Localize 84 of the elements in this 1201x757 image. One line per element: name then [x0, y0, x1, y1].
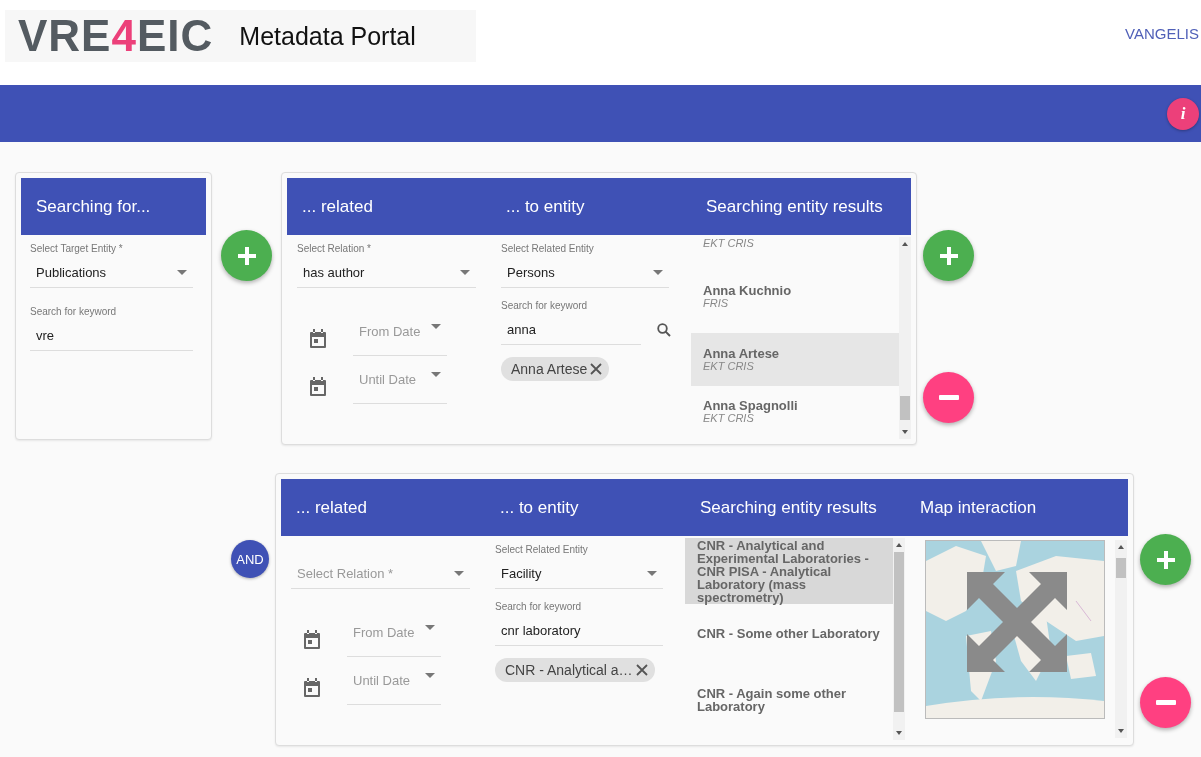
- scrollbar[interactable]: [899, 237, 911, 439]
- close-icon[interactable]: [634, 663, 649, 677]
- result-name: Anna Kuchnio: [703, 283, 793, 297]
- date-select[interactable]: Until Date: [353, 370, 447, 404]
- caret-icon: [431, 372, 441, 377]
- column-header: Searching entity results: [699, 497, 878, 518]
- result-name: CNR - Analytical and Experimental Laboratories - CNR PISA - Analytical Laboratory (mass spectrometry): [697, 538, 870, 604]
- column-header: ... related: [301, 196, 374, 217]
- result-name: Anna Spagnolli: [703, 398, 799, 412]
- field-label: Search for keyword: [501, 300, 589, 313]
- date-select[interactable]: Until Date: [347, 671, 441, 705]
- page-title: Metadata Portal: [239, 21, 416, 51]
- result-item[interactable]: Anna Spagnolli EKT CRIS: [691, 386, 899, 436]
- calendar-icon[interactable]: [303, 630, 321, 650]
- add-button[interactable]: [1140, 534, 1191, 585]
- relation-select[interactable]: Select Relation *: [291, 558, 470, 589]
- column-header: ... to entity: [505, 196, 586, 217]
- result-source: EKT CRIS: [703, 237, 755, 249]
- scroll-thumb[interactable]: [900, 396, 910, 420]
- result-source: EKT CRIS: [703, 411, 754, 424]
- scroll-thumb[interactable]: [1116, 558, 1126, 578]
- result-source: EKT CRIS: [703, 360, 755, 372]
- calendar-icon[interactable]: [309, 329, 327, 349]
- scrollbar[interactable]: [893, 538, 905, 740]
- date-select[interactable]: From Date: [347, 623, 441, 657]
- result-name: CNR - Again some other Laboratory: [697, 687, 848, 713]
- caret-icon: [431, 324, 441, 329]
- field-label: Select Relation *: [297, 243, 372, 256]
- result-name: Anna Artese: [703, 347, 781, 360]
- field-label: Select Related Entity: [501, 243, 595, 256]
- result-name: CNR - Some other Laboratory: [697, 626, 881, 640]
- caret-icon: [177, 269, 187, 275]
- column-header: ... to entity: [499, 497, 580, 518]
- column-header: Searching entity results: [705, 196, 884, 217]
- remove-button[interactable]: [923, 372, 974, 423]
- caret-icon: [653, 269, 663, 275]
- scroll-thumb[interactable]: [894, 552, 904, 712]
- scrollbar[interactable]: [1115, 540, 1127, 738]
- caret-icon: [460, 269, 470, 275]
- result-item[interactable]: CNR - Some other Laboratory: [685, 604, 893, 662]
- minus-icon: [938, 395, 959, 400]
- remove-button[interactable]: [1140, 677, 1191, 728]
- caret-icon: [425, 625, 435, 630]
- add-button[interactable]: [221, 230, 272, 281]
- close-icon[interactable]: [589, 362, 604, 376]
- field-label: Select Related Entity: [495, 544, 589, 557]
- result-item[interactable]: EKT CRIS: [691, 237, 899, 259]
- filter-chip[interactable]: CNR - Analytical a…: [495, 658, 655, 682]
- field-label: Search for keyword: [30, 306, 118, 319]
- result-item[interactable]: Anna Kuchnio FRIS: [691, 259, 899, 333]
- keyword-input[interactable]: cnr laboratory: [495, 615, 663, 646]
- result-source: FRIS: [703, 296, 730, 309]
- field-label: Select Target Entity *: [30, 243, 124, 256]
- caret-icon: [454, 570, 464, 576]
- calendar-icon[interactable]: [303, 678, 321, 698]
- and-operator[interactable]: AND: [231, 540, 269, 578]
- entity-select[interactable]: Facility: [495, 558, 663, 589]
- logo[interactable]: VRE4EIC: [18, 14, 214, 58]
- user-link[interactable]: VANGELIS: [1125, 25, 1199, 42]
- plus-icon: [939, 246, 958, 265]
- search-icon[interactable]: [657, 322, 671, 337]
- result-item[interactable]: CNR - Analytical and Experimental Laboratories - CNR PISA - Analytical Laboratory (mass spectrometry): [685, 538, 893, 604]
- caret-icon: [647, 570, 657, 576]
- caret-icon: [425, 673, 435, 678]
- column-header: Map interaction: [919, 497, 1038, 518]
- entity-select[interactable]: Publications: [30, 257, 193, 288]
- relation-select[interactable]: has author: [297, 257, 476, 288]
- field-label: Search for keyword: [495, 601, 583, 614]
- minus-icon: [1155, 700, 1176, 705]
- expand-icon[interactable]: [967, 572, 1067, 672]
- result-item[interactable]: Anna Artese EKT CRIS: [691, 333, 899, 386]
- info-button[interactable]: i: [1167, 97, 1199, 130]
- plus-icon: [237, 246, 256, 265]
- plus-icon: [1156, 550, 1175, 569]
- keyword-input[interactable]: vre: [30, 320, 193, 351]
- calendar-icon[interactable]: [309, 377, 327, 397]
- date-select[interactable]: From Date: [353, 322, 447, 356]
- keyword-input[interactable]: anna: [501, 314, 641, 345]
- column-header: ... related: [295, 497, 368, 518]
- card-title: Searching for...: [35, 196, 152, 217]
- filter-chip[interactable]: Anna Artese: [501, 357, 610, 381]
- add-button[interactable]: [923, 230, 974, 281]
- result-item[interactable]: CNR - Again some other Laboratory: [685, 662, 893, 738]
- entity-select[interactable]: Persons: [501, 257, 669, 288]
